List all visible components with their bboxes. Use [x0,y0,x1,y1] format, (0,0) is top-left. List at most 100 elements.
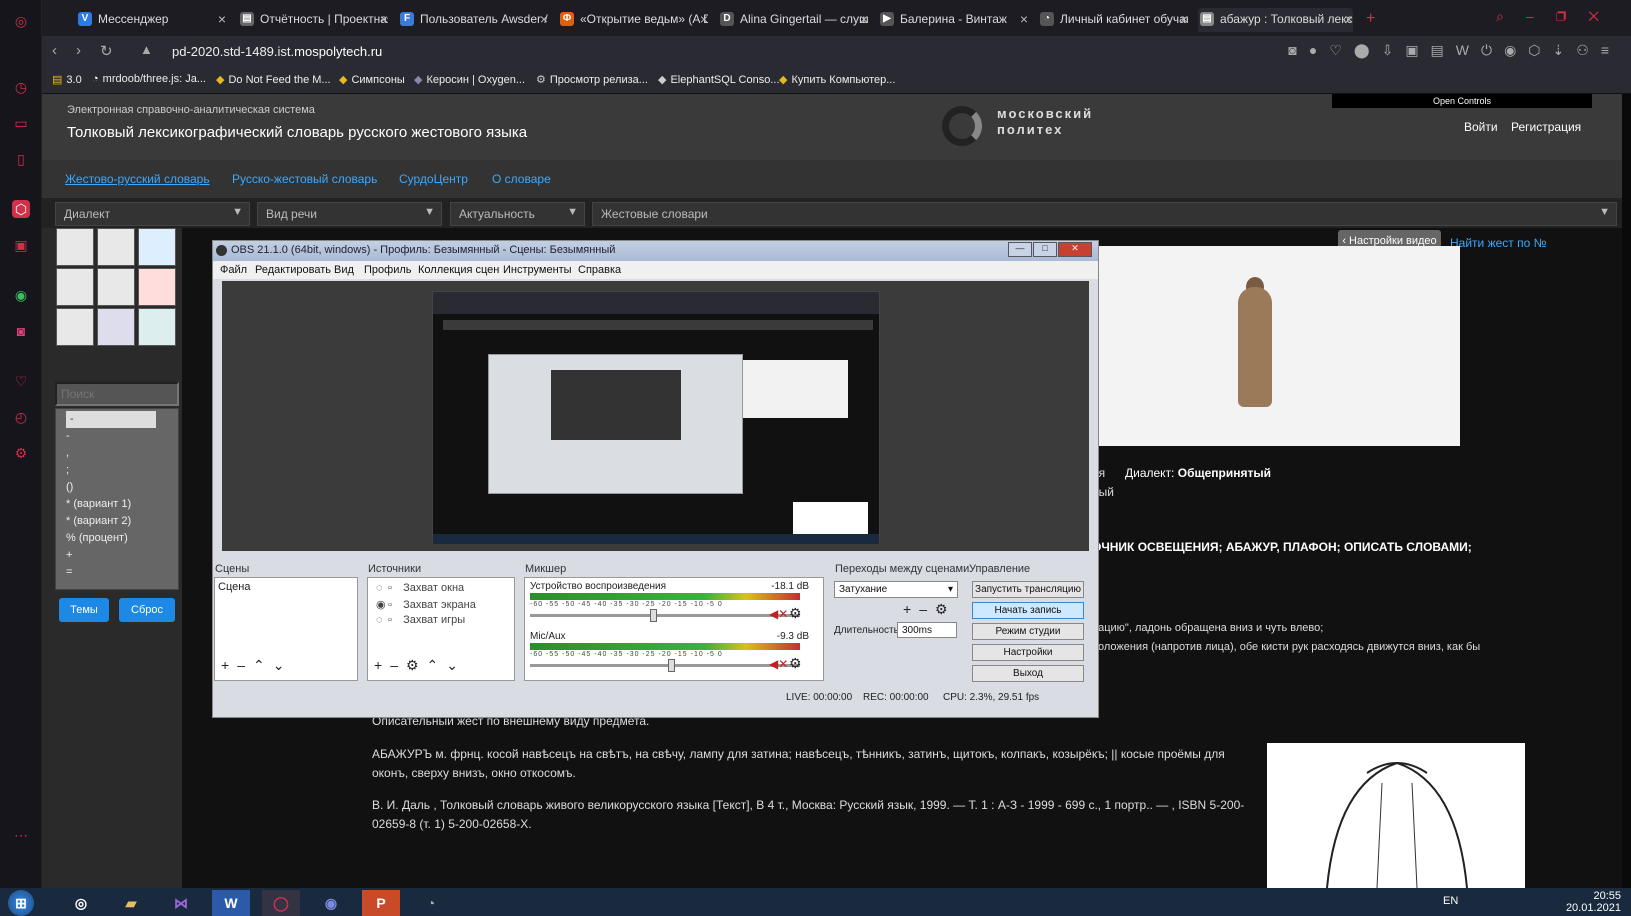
eye-icon[interactable]: ◉ [376,598,388,611]
menu-scene-collection[interactable]: Коллекция сцен [418,264,499,276]
lock-icon[interactable]: ▫ [388,614,400,626]
duration-field[interactable]: 300ms [897,622,957,638]
url-field[interactable]: pd-2020.std-1489.ist.mospolytech.ru [172,44,382,59]
volume-knob[interactable] [668,659,675,672]
list-item[interactable]: , [66,445,168,462]
volume-slider[interactable] [530,614,800,617]
list-item[interactable]: = [66,564,168,581]
relevance-select[interactable]: Актуальность ▼ [450,202,585,226]
list-item[interactable]: - [66,411,156,428]
gear-icon[interactable]: ⚙ [789,605,802,622]
download-ext-icon[interactable]: ⇩ [1382,42,1406,58]
tab-abazhur[interactable]: ▤ абажур : Толковый лексик × [1198,8,1353,32]
close-tab-icon[interactable]: × [860,8,868,30]
close-tab-icon[interactable]: × [540,8,548,30]
restore-icon[interactable]: ❐ [1556,8,1589,24]
menu-edit[interactable]: Редактировать [255,264,331,276]
list-item[interactable]: * (вариант 1) [66,496,168,513]
eye-hidden-icon[interactable]: ◌ [376,614,388,626]
body-icon[interactable] [97,308,135,346]
opera-icon[interactable]: ◯ [262,890,300,916]
reload-icon[interactable]: ↻ [100,42,113,60]
themes-button[interactable]: Темы [59,598,109,622]
powerpoint-icon[interactable]: P [362,890,400,916]
ext-icon[interactable]: ▣ [1405,42,1430,58]
menu-icon[interactable]: ≡ [1601,42,1621,58]
steam-icon[interactable]: ◎ [62,890,100,916]
close-window-icon[interactable]: ✕ [1588,8,1621,24]
hand2-icon[interactable] [97,268,135,306]
avatar-icon[interactable]: ◉ [1504,42,1528,58]
handshape-icon[interactable] [97,228,135,266]
close-icon[interactable]: ✕ [1058,242,1092,257]
minimize-icon[interactable]: — [1008,242,1032,257]
obs-titlebar[interactable]: OBS 21.1.0 (64bit, windows) - Профиль: Б… [213,241,1098,261]
power-icon[interactable]: ⏻ [1481,42,1504,58]
remove-icon[interactable]: – [390,657,406,673]
downloads-icon[interactable]: ⇣ [1553,42,1577,58]
adblock-icon[interactable]: ⬤ [1354,42,1382,58]
language-indicator[interactable]: EN [1443,895,1458,907]
opera-logo-icon[interactable]: ◎ [12,12,30,30]
dialect-select[interactable]: Диалект ▼ [55,202,250,226]
symbol-list[interactable]: - - , ; () * (вариант 1) * (вариант 2) %… [55,408,179,590]
source-item[interactable]: ◌ ▫ Захват игры [376,614,465,626]
volume-slider[interactable] [530,664,800,667]
menu-file[interactable]: Файл [220,264,247,276]
scene-item[interactable]: Сцена [218,581,250,593]
mute-icon[interactable]: ◀✕ [769,607,788,621]
minimize-icon[interactable]: – [1526,8,1556,24]
speed-dial-icon[interactable]: ◷ [12,78,30,96]
start-button[interactable]: ⊞ [8,890,34,916]
window-controls[interactable]: ⌕–❐✕ [1496,8,1621,25]
remove-icon[interactable]: – [919,601,935,617]
tab-cabinet[interactable]: ◔Личный кабинет обучающ× [1038,8,1188,32]
doc-icon[interactable]: ▤ [1431,42,1456,58]
search-tabs-icon[interactable]: ⌕ [1496,8,1526,24]
close-tab-icon[interactable]: × [1020,8,1028,30]
source-buttons[interactable]: +–⚙⌃⌄ [374,657,466,674]
tab-alina[interactable]: DAlina Gingertail — слушать× [718,8,868,32]
bookmark-item[interactable]: ◆ Do Not Feed the M... [216,73,331,86]
tab-ballerina[interactable]: ▶ Балерина - Винтаж × [878,8,1028,32]
bag-icon[interactable]: ▭ [12,114,30,132]
add-icon[interactable]: + [221,657,237,673]
messenger-icon[interactable]: ▣ [12,236,30,254]
system-tray[interactable]: 20:55 20.01.2021 [1566,890,1621,914]
obs-preview[interactable] [222,281,1089,551]
studio-mode-button[interactable]: Режим студии [972,623,1084,640]
dicts-select[interactable]: Жестовые словари ▼ [592,202,1617,226]
polytech-logo-icon[interactable] [942,106,982,146]
gesture-video[interactable] [1092,246,1460,446]
nav-surdocenter[interactable]: СурдоЦентр [399,172,468,186]
gear-icon[interactable]: ⚙ [935,601,956,617]
pos-select[interactable]: Вид речи ▼ [257,202,442,226]
close-tab-icon[interactable]: × [218,8,226,30]
heart-icon[interactable]: ♡ [1329,42,1354,58]
lock-icon[interactable]: ▫ [388,582,400,594]
back-icon[interactable]: ‹ [52,42,57,59]
menu-tools[interactable]: Инструменты [503,264,572,276]
obs-taskbar-icon[interactable]: ◔ [412,890,450,916]
eye-hidden-icon[interactable]: ◌ [376,582,388,594]
list-item[interactable]: * (вариант 2) [66,513,168,530]
bookmark-item[interactable]: ◆ Купить Компьютер... [779,73,895,86]
settings-icon[interactable]: ⚙ [12,444,30,462]
whatsapp-icon[interactable]: ◉ [12,286,30,304]
tab-witches[interactable]: Ф«Открытие ведьм» (A Disc× [558,8,708,32]
bookmark-item[interactable]: ▤ 3.0 [52,73,82,86]
volume-knob[interactable] [650,609,657,622]
forward-icon[interactable]: › [76,42,81,59]
close-tab-icon[interactable]: × [380,8,388,30]
transition-select[interactable]: Затухание ▾ [834,581,958,598]
bookmark-item[interactable]: ◆ Симпсоны [339,73,405,86]
movement-icon[interactable] [138,268,176,306]
vpn-icon[interactable]: ⬡ [12,200,30,218]
close-tab-icon[interactable]: × [1180,8,1188,30]
mute-icon[interactable]: ◀✕ [769,657,788,671]
exit-button[interactable]: Выход [972,665,1084,682]
search-input[interactable] [55,382,179,406]
lock-icon[interactable]: ▫ [388,599,400,611]
warning-icon[interactable]: ▲ [140,42,153,57]
remove-icon[interactable]: – [237,657,253,673]
